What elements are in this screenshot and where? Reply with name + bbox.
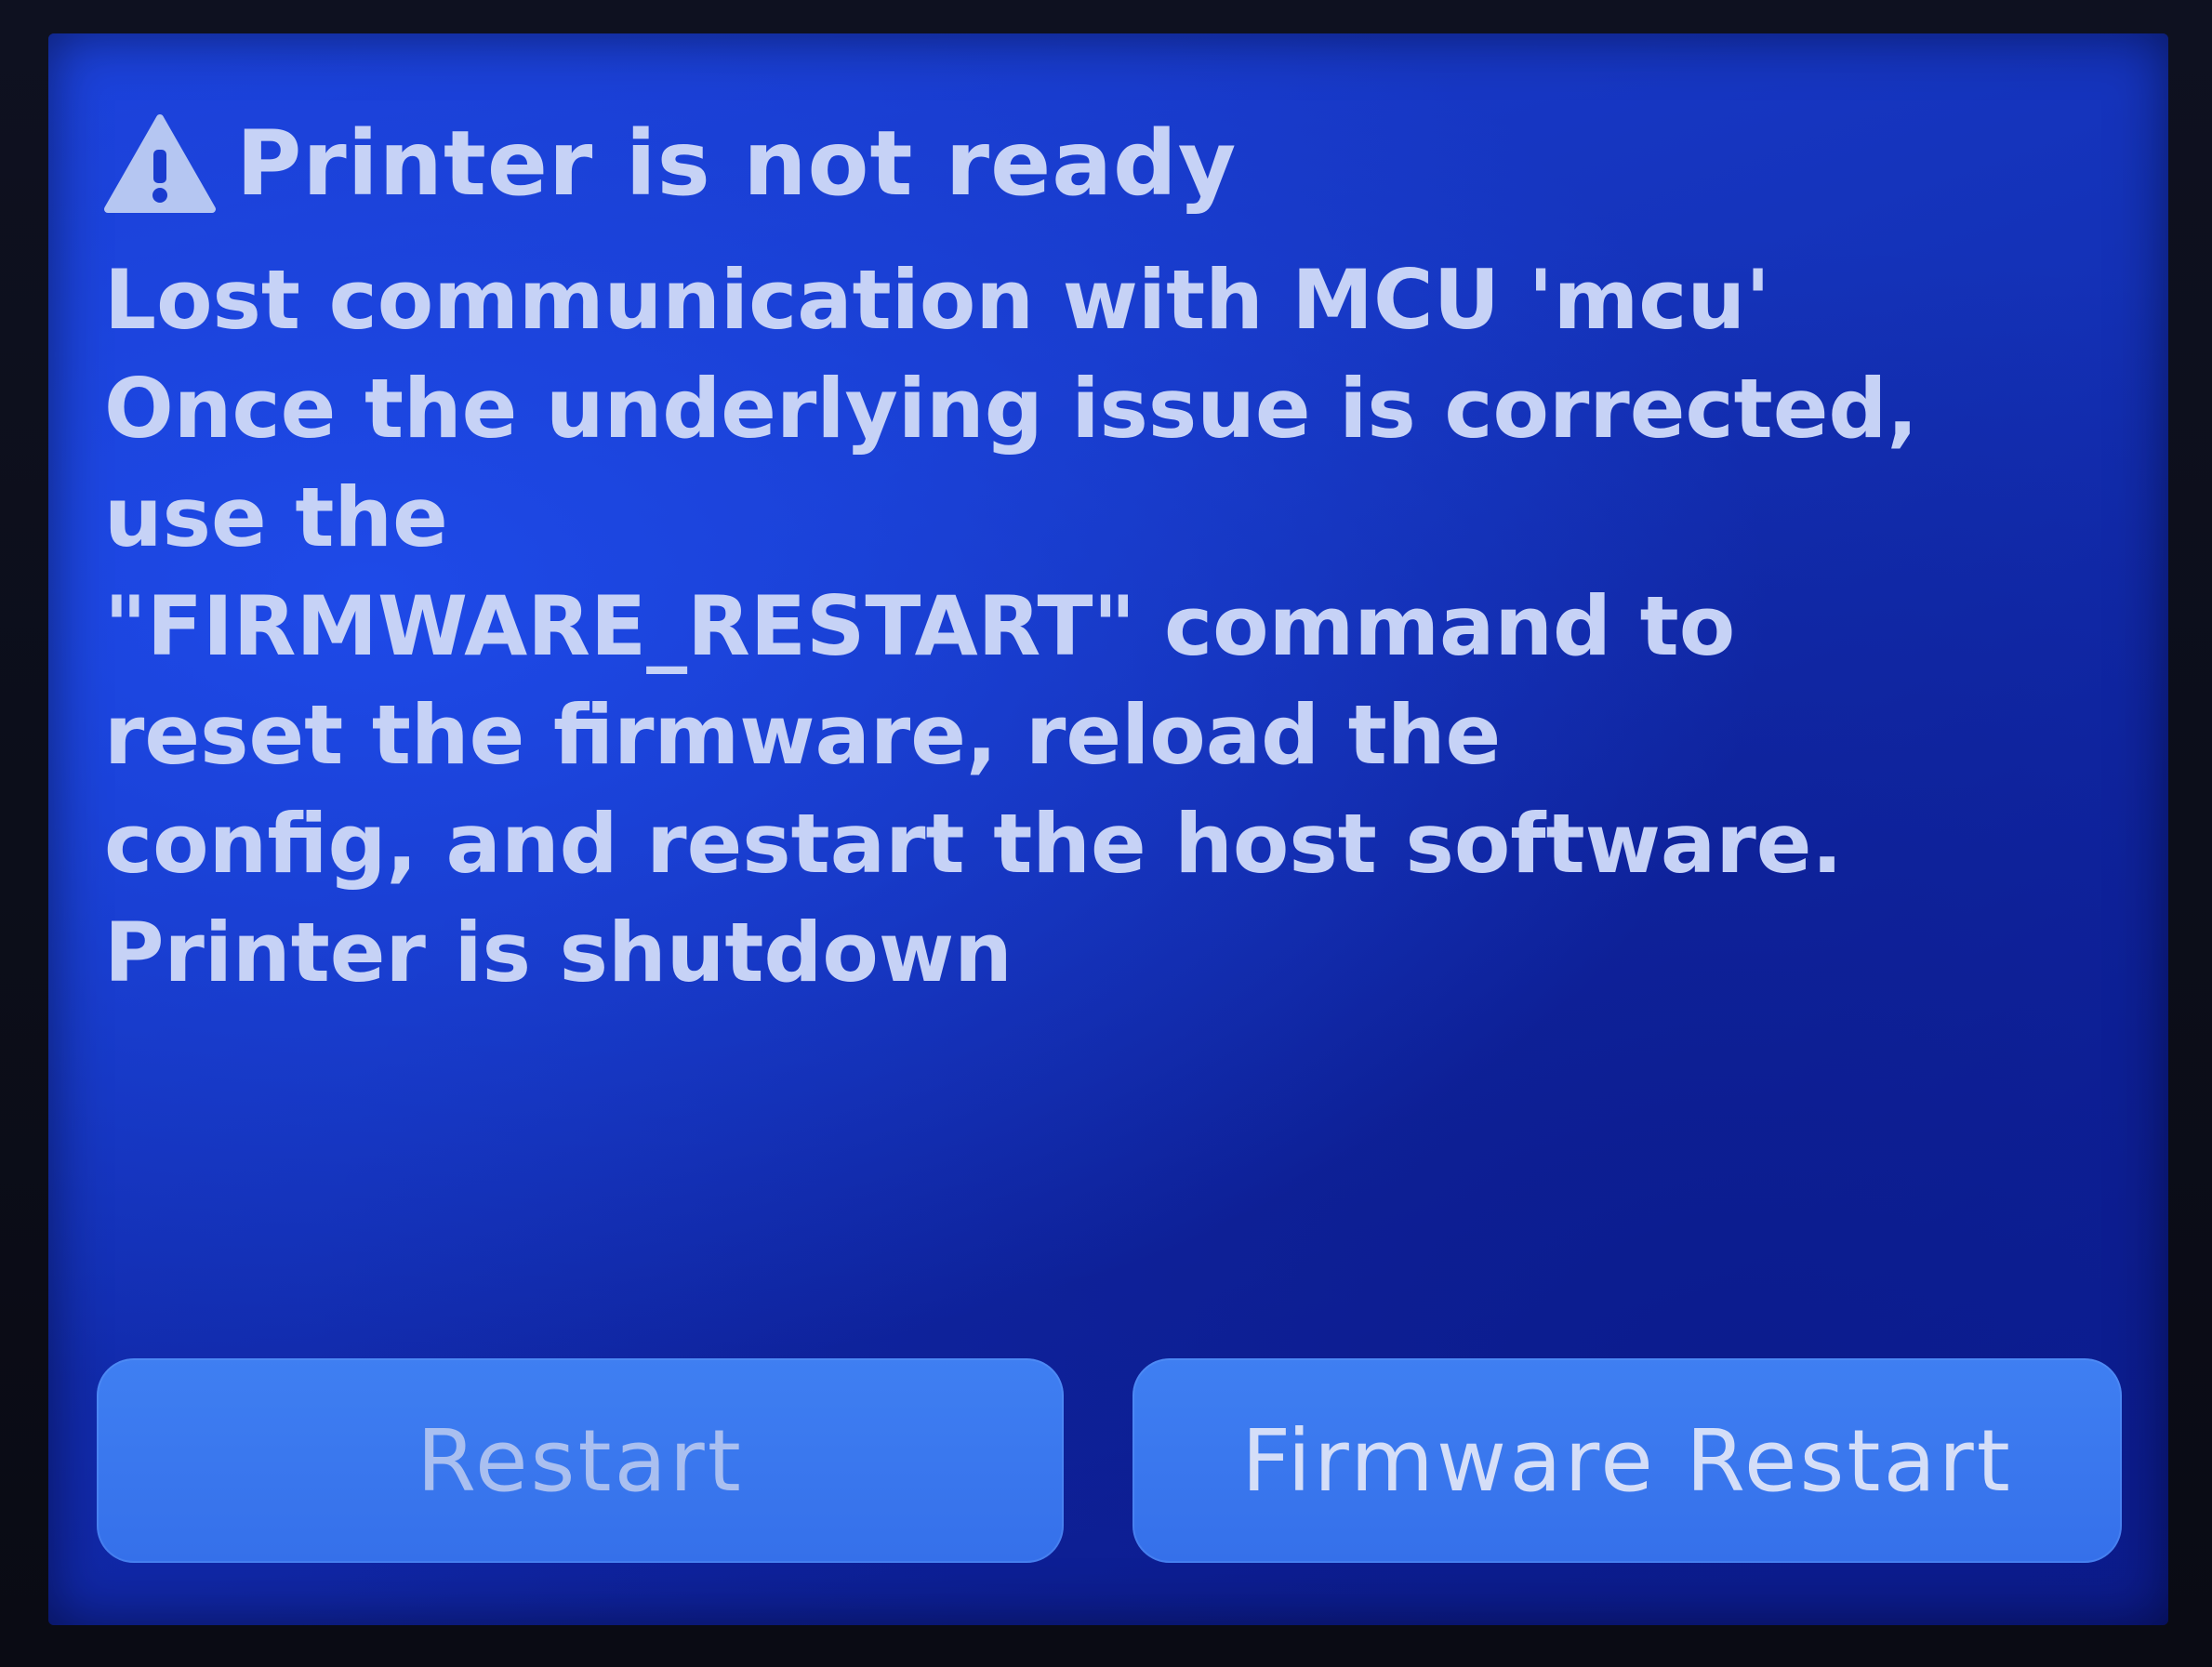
message-line: Printer is shutdown <box>104 905 1013 1000</box>
message-line: Once the underlying issue is corrected, <box>104 361 1918 456</box>
firmware-restart-button[interactable]: Firmware Restart <box>1132 1358 2122 1563</box>
dialog-header: Printer is not ready <box>104 89 1237 238</box>
message-line: config, and restart the host software. <box>104 796 1843 892</box>
dialog-title: Printer is not ready <box>236 112 1238 216</box>
message-line: use the <box>104 470 448 565</box>
message-line: reset the firmware, reload the <box>104 687 1502 783</box>
device-bezel: Printer is not ready Lost communication … <box>0 0 2212 1667</box>
message-line: "FIRMWARE_RESTART" command to <box>104 578 1736 674</box>
touchscreen: Printer is not ready Lost communication … <box>48 33 2168 1625</box>
message-line: Lost communication with MCU 'mcu' <box>104 252 1771 348</box>
warning-icon <box>104 114 216 213</box>
error-message: Lost communication with MCU 'mcu' Once t… <box>104 245 2113 1007</box>
restart-button[interactable]: Restart <box>97 1358 1064 1563</box>
